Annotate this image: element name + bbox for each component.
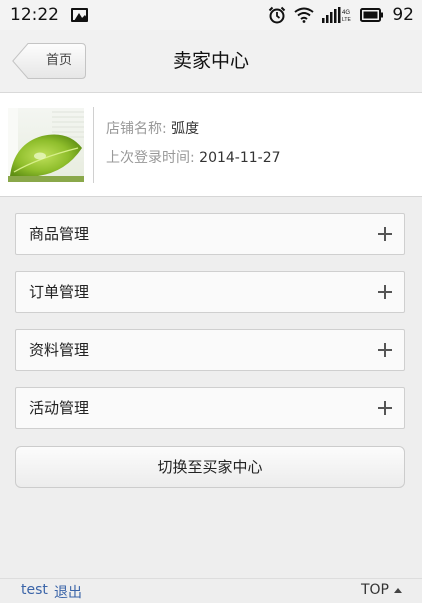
back-to-top-label: TOP xyxy=(360,582,389,598)
plus-icon xyxy=(378,285,392,299)
shop-name-label: 店铺名称: xyxy=(106,121,167,137)
shop-info-card: 店铺名称: 弧度 上次登录时间: 2014-11-27 xyxy=(0,93,422,197)
logout-link[interactable]: 退出 xyxy=(54,582,82,602)
plus-icon xyxy=(378,227,392,241)
shop-name-value: 弧度 xyxy=(171,121,200,137)
menu-item-label: 活动管理 xyxy=(29,399,90,417)
menu-item-order-management[interactable]: 订单管理 xyxy=(15,271,405,313)
last-login-label: 上次登录时间: xyxy=(106,150,195,166)
shop-divider xyxy=(93,107,94,183)
menu-item-label: 资料管理 xyxy=(29,341,90,359)
status-time: 12:22 xyxy=(10,5,59,25)
footer-username-link[interactable]: test xyxy=(21,582,48,598)
shop-name-row: 店铺名称: 弧度 xyxy=(106,118,199,138)
caret-up-icon xyxy=(394,587,402,593)
last-login-row: 上次登录时间: 2014-11-27 xyxy=(106,147,281,167)
battery-level: 92 xyxy=(392,5,414,25)
switch-to-buyer-center-button[interactable]: 切换至买家中心 xyxy=(15,446,405,488)
menu-item-label: 商品管理 xyxy=(29,225,90,243)
plus-icon xyxy=(378,401,392,415)
alarm-icon xyxy=(268,6,286,24)
menu-item-profile-management[interactable]: 资料管理 xyxy=(15,329,405,371)
svg-text:LTE: LTE xyxy=(342,17,351,23)
back-button-label: 首页 xyxy=(45,53,72,68)
menu-item-activity-management[interactable]: 活动管理 xyxy=(15,387,405,429)
status-right: 4G LTE 92 xyxy=(268,5,414,25)
header-bar: 卖家中心 首页 xyxy=(0,30,422,93)
wifi-icon xyxy=(294,7,314,23)
back-home-button[interactable]: 首页 xyxy=(12,43,86,79)
menu-item-label: 订单管理 xyxy=(29,283,90,301)
last-login-value: 2014-11-27 xyxy=(199,150,281,166)
battery-icon xyxy=(360,8,384,22)
signal-icon: 4G LTE xyxy=(322,7,352,23)
plus-icon xyxy=(378,343,392,357)
network-type-label: 4G xyxy=(342,10,350,16)
gallery-notification-icon xyxy=(71,8,88,22)
status-left: 12:22 xyxy=(10,5,88,25)
status-bar: 12:22 4G LTE 92 xyxy=(0,0,422,30)
menu-item-product-management[interactable]: 商品管理 xyxy=(15,213,405,255)
back-to-top-link[interactable]: TOP xyxy=(361,582,402,598)
shop-logo-image xyxy=(8,108,84,182)
footer-bar: test 退出 TOP xyxy=(0,578,422,603)
